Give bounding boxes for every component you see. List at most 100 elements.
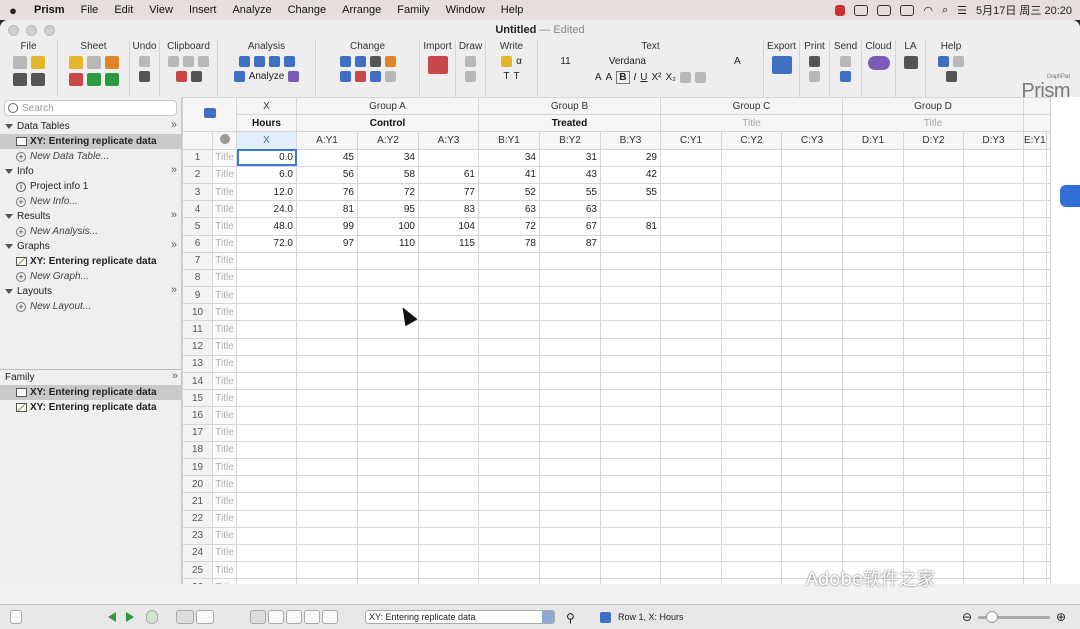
menu-change[interactable]: Change	[280, 4, 335, 16]
y-cell[interactable]	[296, 423, 358, 442]
column-header[interactable]: A:Y3	[418, 131, 479, 150]
y-cell[interactable]: 63	[539, 200, 601, 219]
y-cell[interactable]	[781, 423, 843, 442]
y-cell[interactable]	[1023, 406, 1047, 425]
analyze-icon[interactable]	[233, 71, 245, 82]
group-header[interactable]: Group A	[296, 97, 479, 116]
row-title[interactable]: Title	[212, 303, 237, 322]
y-cell[interactable]	[357, 561, 419, 580]
y-cell[interactable]	[539, 509, 601, 528]
x-cell[interactable]: 72.0	[236, 234, 297, 253]
y-cell[interactable]	[1023, 268, 1047, 288]
regression-icon[interactable]	[253, 56, 265, 67]
y-cell[interactable]	[660, 354, 722, 374]
table-view-icon[interactable]	[250, 610, 266, 624]
x-cell[interactable]	[236, 423, 297, 442]
x-cell[interactable]	[236, 543, 297, 563]
y-cell[interactable]	[600, 526, 661, 545]
y-cell[interactable]	[1045, 440, 1051, 459]
y-cell[interactable]	[903, 251, 964, 270]
y-cell[interactable]	[1023, 165, 1047, 184]
y-cell[interactable]	[418, 457, 479, 477]
bold-button[interactable]: B	[616, 71, 630, 84]
y-cell[interactable]	[296, 406, 358, 425]
y-cell[interactable]	[539, 303, 601, 322]
y-cell[interactable]	[1023, 492, 1047, 511]
y-cell[interactable]	[357, 578, 419, 584]
y-cell[interactable]	[357, 492, 419, 511]
row-title[interactable]: Title	[212, 561, 237, 580]
y-cell[interactable]	[721, 389, 782, 408]
y-cell[interactable]	[721, 475, 782, 494]
column-header[interactable]: A:Y1	[296, 131, 358, 150]
y-cell[interactable]	[600, 475, 661, 494]
y-cell[interactable]	[721, 543, 782, 563]
y-cell[interactable]	[1045, 371, 1051, 391]
row-title[interactable]: Title	[212, 165, 237, 184]
y-cell[interactable]	[539, 475, 601, 494]
y-cell[interactable]	[1023, 354, 1047, 374]
y-cell[interactable]	[357, 475, 419, 494]
column-header[interactable]: D:Y1	[842, 131, 904, 150]
y-cell[interactable]: 55	[600, 182, 661, 202]
x-cell[interactable]	[236, 337, 297, 356]
y-cell[interactable]	[721, 578, 782, 584]
clock[interactable]: 5月17日 周三 20:20	[976, 2, 1072, 18]
y-cell[interactable]	[1045, 200, 1051, 219]
y-cell[interactable]	[842, 320, 904, 339]
learn-icon[interactable]	[938, 56, 949, 67]
y-cell[interactable]	[1023, 182, 1047, 202]
y-cell[interactable]	[903, 217, 964, 236]
column-header[interactable]: X	[236, 131, 297, 150]
y-cell[interactable]	[1023, 543, 1047, 563]
x-cell[interactable]	[236, 371, 297, 391]
section-graphs[interactable]: Graphs »	[0, 239, 181, 254]
delete-sheet-icon[interactable]	[68, 73, 83, 86]
y-cell[interactable]	[1023, 561, 1047, 580]
y-cell[interactable]	[721, 182, 782, 202]
y-cell[interactable]	[296, 440, 358, 459]
sheet-settings-icon[interactable]	[86, 56, 101, 69]
menu-view[interactable]: View	[141, 4, 181, 16]
row-number[interactable]: 18	[182, 440, 213, 459]
y-cell[interactable]	[296, 371, 358, 391]
menu-edit[interactable]: Edit	[106, 4, 141, 16]
y-cell[interactable]	[478, 543, 540, 563]
column-header[interactable]: B:Y3	[600, 131, 661, 150]
search-icon[interactable]: ⌕	[942, 4, 948, 17]
y-cell[interactable]	[296, 337, 358, 356]
column-header[interactable]: D:Y2	[903, 131, 964, 150]
y-cell[interactable]: 63	[478, 200, 540, 219]
chevron-icon[interactable]: »	[171, 164, 177, 176]
y-cell[interactable]	[660, 251, 722, 270]
y-cell[interactable]	[660, 182, 722, 202]
y-cell[interactable]	[660, 526, 722, 545]
y-cell[interactable]	[963, 337, 1024, 356]
y-cell[interactable]: 95	[357, 200, 419, 219]
y-cell[interactable]	[721, 148, 782, 167]
bigger-font-icon[interactable]: A	[595, 72, 602, 83]
y-cell[interactable]	[418, 543, 479, 563]
y-cell[interactable]	[781, 509, 843, 528]
y-cell[interactable]	[963, 440, 1024, 459]
analyze-button[interactable]: Analyze	[249, 71, 285, 82]
results-view-icon[interactable]	[286, 610, 302, 624]
y-cell[interactable]	[1045, 354, 1051, 374]
y-cell[interactable]	[963, 251, 1024, 270]
sidebar-toggle-button[interactable]	[10, 610, 22, 624]
y-cell[interactable]	[660, 165, 722, 184]
y-cell[interactable]	[600, 406, 661, 425]
y-cell[interactable]	[721, 371, 782, 391]
menu-insert[interactable]: Insert	[181, 4, 225, 16]
row-number[interactable]: 21	[182, 492, 213, 511]
zoom-out-icon[interactable]: ⊖	[962, 610, 972, 624]
y-cell[interactable]	[660, 440, 722, 459]
y-cell[interactable]	[660, 457, 722, 477]
y-cell[interactable]	[600, 286, 661, 305]
y-cell[interactable]	[1045, 406, 1051, 425]
y-cell[interactable]: 97	[296, 234, 358, 253]
row-title[interactable]: Title	[212, 440, 237, 459]
layout-view-icon[interactable]	[322, 610, 338, 624]
column-header[interactable]: C:Y3	[781, 131, 843, 150]
y-cell[interactable]	[903, 148, 964, 167]
